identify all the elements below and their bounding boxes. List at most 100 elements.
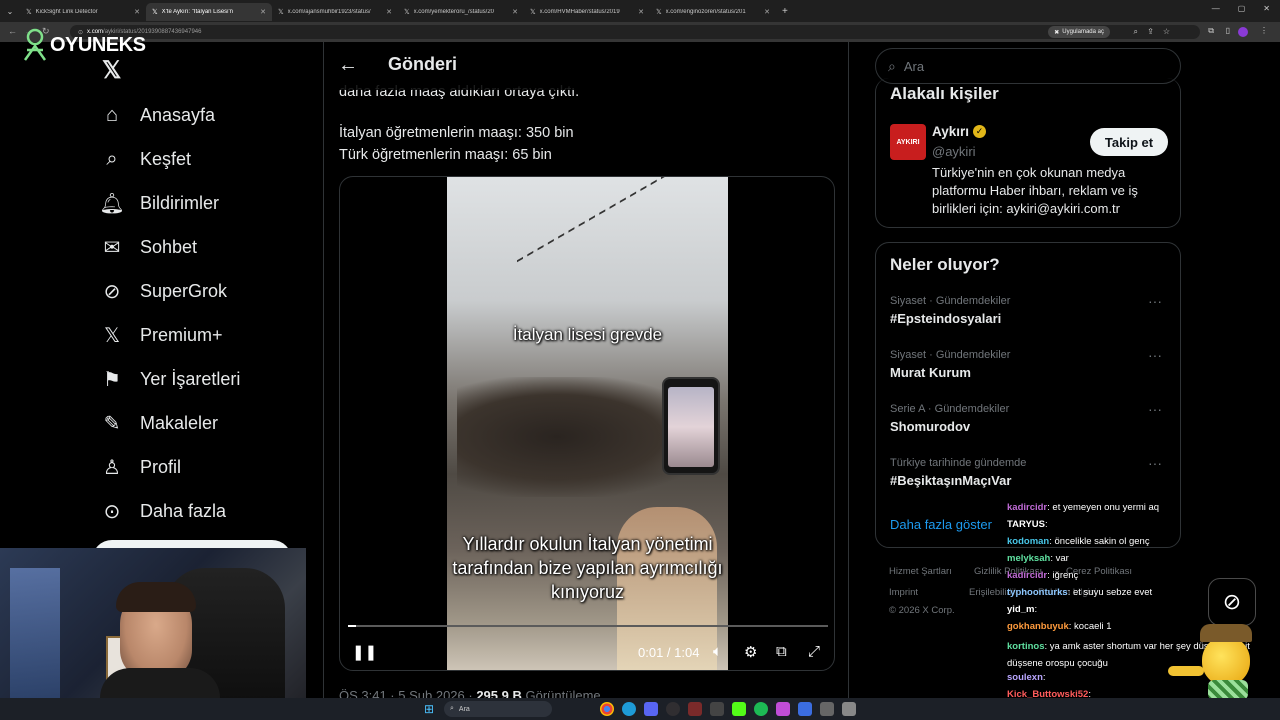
- kick-icon[interactable]: [732, 702, 746, 716]
- nav-item-makaleler[interactable]: ✎ Makaleler: [100, 408, 218, 438]
- browser-tab[interactable]: 𝕏 KickSight Link Detector ✕: [20, 3, 146, 21]
- zoom-icon[interactable]: ⌕: [1134, 27, 1138, 37]
- discord-icon[interactable]: [644, 702, 658, 716]
- video-progress-bar[interactable]: [348, 625, 828, 627]
- related-people-card: Alakalı kişiler AYKIRI Aykırı ✓ @aykiri …: [875, 78, 1181, 228]
- back-arrow-icon[interactable]: ←: [338, 54, 358, 77]
- app-icon[interactable]: [776, 702, 790, 716]
- trend-meta: Siyaset · Gündemdekiler: [890, 349, 1011, 361]
- tab-close-icon[interactable]: ✕: [638, 8, 644, 16]
- chat-username[interactable]: gokhanbuyuk: [1007, 621, 1069, 632]
- new-tab-button[interactable]: +: [782, 6, 788, 17]
- app-icon[interactable]: [798, 702, 812, 716]
- app-icon[interactable]: [842, 702, 856, 716]
- pause-icon[interactable]: ❚❚: [352, 643, 377, 661]
- app-icon[interactable]: [688, 702, 702, 716]
- close-icon[interactable]: ✕: [1263, 4, 1270, 13]
- volume-icon[interactable]: 🔈︎: [713, 643, 722, 660]
- more-options-icon[interactable]: ···: [1148, 401, 1162, 417]
- maximize-icon[interactable]: ▢: [1238, 4, 1246, 13]
- chat-username[interactable]: kortinos: [1007, 641, 1044, 652]
- post-header: ← Gönderi: [324, 42, 848, 90]
- chat-username[interactable]: melyksah: [1007, 553, 1050, 564]
- tab-close-icon[interactable]: ✕: [512, 8, 518, 16]
- nav-item-anasayfa[interactable]: ⌂ Anasayfa: [100, 100, 215, 130]
- x-logo-icon: 𝕏: [103, 324, 121, 347]
- account-handle[interactable]: @aykiri: [932, 144, 976, 159]
- trend-item[interactable]: Siyaset · Gündemdekiler #Epsteindosyalari…: [890, 293, 1170, 326]
- trend-item[interactable]: Türkiye tarihinde gündemde #BeşiktaşınMaç…: [890, 455, 1170, 488]
- browser-tab[interactable]: 𝕏x.com/HVMHaber/status/2019 ✕: [524, 3, 650, 21]
- trend-item[interactable]: Serie A · Gündemdekiler Shomurodov ···: [890, 401, 1170, 434]
- app-icon[interactable]: [710, 702, 724, 716]
- browser-menu-icon[interactable]: ⋮: [1260, 26, 1268, 35]
- more-options-icon[interactable]: ···: [1148, 347, 1162, 363]
- footer-link[interactable]: Imprint: [889, 587, 918, 598]
- copyright: © 2026 X Corp.: [889, 605, 955, 616]
- nav-item-premium-[interactable]: 𝕏 Premium+: [100, 320, 223, 350]
- back-nav-icon[interactable]: ←: [8, 26, 17, 36]
- url-field[interactable]: ⊙ x.com/aykiri/status/201939088743694794…: [70, 25, 1200, 39]
- tab-close-icon[interactable]: ✕: [134, 8, 140, 16]
- picture-in-picture-icon[interactable]: ⧉: [776, 643, 787, 660]
- show-more-link[interactable]: Daha fazla göster: [890, 517, 992, 532]
- chat-username[interactable]: yid_m: [1007, 604, 1034, 615]
- chat-username[interactable]: kadircidr: [1007, 570, 1047, 581]
- chat-message: kodoman: öncelikle sakin ol genç: [1007, 536, 1150, 547]
- footer-link[interactable]: Hizmet Şartları: [889, 566, 952, 577]
- chat-username[interactable]: soulexn: [1007, 672, 1043, 683]
- edge-icon[interactable]: [622, 702, 636, 716]
- grok-float-button[interactable]: ⊘: [1208, 578, 1256, 626]
- account-avatar[interactable]: AYKIRI: [890, 124, 926, 160]
- video-player[interactable]: İtalyan lisesi grevde Yıllardır okulun İ…: [339, 176, 835, 671]
- taskbar-search[interactable]: ⌕ Ara: [444, 701, 552, 717]
- profile-avatar-icon[interactable]: [1238, 27, 1248, 37]
- fullscreen-icon[interactable]: ⤢: [808, 643, 820, 660]
- chat-username[interactable]: kadircidr: [1007, 502, 1047, 513]
- obs-icon[interactable]: [666, 702, 680, 716]
- tab-menu-icon[interactable]: ⌄: [0, 7, 20, 16]
- tab-close-icon[interactable]: ✕: [386, 8, 392, 16]
- x-logo-icon[interactable]: 𝕏: [102, 56, 121, 85]
- nav-item-daha-fazla[interactable]: ⊙ Daha fazla: [100, 496, 226, 526]
- open-in-app-button[interactable]: ✖ Uygulamada aç: [1048, 26, 1110, 38]
- tab-close-icon[interactable]: ✕: [764, 8, 770, 16]
- bookmark-star-icon[interactable]: ☆: [1163, 27, 1170, 36]
- chat-message: kadircidr: et yemeyen onu yermi aq: [1007, 502, 1159, 513]
- nav-item-keşfet[interactable]: ⌕ Keşfet: [100, 144, 191, 174]
- more-options-icon[interactable]: ···: [1148, 293, 1162, 309]
- follow-button[interactable]: Takip et: [1090, 128, 1168, 156]
- nav-item-profil[interactable]: ♙ Profil: [100, 452, 181, 482]
- split-view-icon[interactable]: ▯: [1226, 26, 1230, 35]
- windows-start-icon[interactable]: ⊞: [424, 702, 434, 716]
- nav-item-supergrok[interactable]: ⊘ SuperGrok: [100, 276, 227, 306]
- more-options-icon[interactable]: ···: [1148, 455, 1162, 471]
- video-progress-fill: [348, 625, 356, 627]
- chat-username[interactable]: TARYUS: [1007, 519, 1045, 530]
- account-name[interactable]: Aykırı: [932, 124, 969, 139]
- chat-message: yid_m:: [1007, 604, 1037, 615]
- browser-tab[interactable]: 𝕏x.com/ajansmuhbir1923/status/✕: [272, 3, 398, 21]
- minimize-icon[interactable]: —: [1212, 4, 1220, 13]
- favicon-icon: 𝕏: [152, 9, 158, 16]
- trends-title: Neler oluyor?: [890, 255, 1000, 274]
- app-icon[interactable]: [820, 702, 834, 716]
- chat-username[interactable]: typhoonturks: [1007, 587, 1068, 598]
- search-box[interactable]: ⌕ Ara: [875, 48, 1181, 84]
- chat-username[interactable]: kodoman: [1007, 536, 1049, 547]
- browser-tab[interactable]: 𝕏x.com/yemekteroru_/status/20 ✕: [398, 3, 524, 21]
- spotify-icon[interactable]: [754, 702, 768, 716]
- nav-item-sohbet[interactable]: ✉ Sohbet: [100, 232, 197, 262]
- bookmark-icon: ⚑: [103, 368, 121, 391]
- nav-item-bildirimler[interactable]: 🔔︎ Bildirimler: [99, 188, 219, 218]
- browser-tab[interactable]: 𝕏 X'te Aykırı: "İtalyan Lisesi'n ✕: [146, 3, 272, 21]
- extensions-icon[interactable]: ⧉: [1208, 26, 1214, 36]
- brand-name: OYUNEKS: [50, 33, 146, 56]
- nav-item-yer-i-şaretleri[interactable]: ⚑ Yer İşaretleri: [100, 364, 240, 394]
- chrome-icon[interactable]: [600, 702, 614, 716]
- settings-gear-icon[interactable]: ⚙: [744, 643, 757, 661]
- browser-tab[interactable]: 𝕏x.com/enginozoren/status/201 ✕: [650, 3, 776, 21]
- trend-item[interactable]: Siyaset · Gündemdekiler Murat Kurum ···: [890, 347, 1170, 380]
- tab-close-icon[interactable]: ✕: [260, 8, 266, 16]
- share-icon[interactable]: ⇪: [1147, 27, 1154, 36]
